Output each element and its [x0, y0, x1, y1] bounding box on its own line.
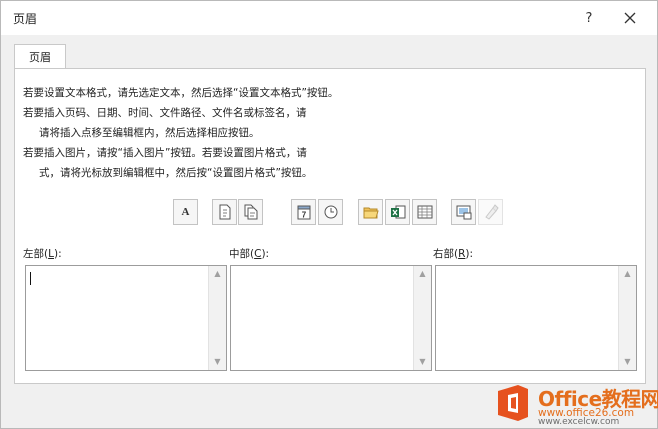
tab-header[interactable]: 页眉 — [14, 44, 66, 70]
right-label-prefix: 右部( — [433, 248, 459, 260]
file-name-icon — [390, 205, 405, 219]
left-section-scrollbar[interactable]: ▲ ▼ — [208, 266, 226, 370]
file-path-icon — [363, 207, 379, 219]
scroll-down-icon[interactable]: ▼ — [414, 355, 431, 369]
title-bar: 页眉 ? — [1, 1, 657, 35]
date-icon-glyph: 7 — [301, 211, 306, 220]
instruction-line: 请将插入点移至编辑框内，然后选择相应按钮。 — [39, 127, 260, 139]
left-label-prefix: 左部( — [23, 248, 49, 260]
left-section-label: 左部(L): — [23, 246, 62, 261]
center-section-scrollbar[interactable]: ▲ ▼ — [413, 266, 431, 370]
page-number-icon — [219, 204, 230, 220]
help-button[interactable]: ? — [579, 9, 599, 29]
right-section-scrollbar[interactable]: ▲ ▼ — [618, 266, 636, 370]
watermark: Office教程网 www.office26.com www.excelcw.c… — [494, 381, 658, 427]
office-logo-icon — [498, 385, 528, 421]
insert-time-button[interactable] — [318, 199, 343, 225]
header-toolbar: A 7 — [173, 199, 513, 227]
scroll-down-icon[interactable]: ▼ — [619, 355, 636, 369]
instruction-line: 若要设置文本格式，请先选定文本，然后选择“设置文本格式”按钮。 — [23, 87, 339, 99]
close-button[interactable] — [618, 8, 642, 30]
scroll-down-icon[interactable]: ▼ — [209, 355, 226, 369]
insert-date-button[interactable]: 7 — [291, 199, 316, 225]
format-text-icon: A — [181, 206, 190, 218]
format-picture-button[interactable] — [478, 199, 503, 225]
text-caret — [30, 272, 31, 285]
center-section-editbox[interactable]: ▲ ▼ — [230, 265, 432, 371]
instruction-line: 式，请将光标放到编辑框中，然后按“设置图片格式”按钮。 — [39, 167, 313, 179]
close-icon — [624, 12, 636, 24]
left-label-suffix: ): — [53, 248, 62, 260]
center-label-prefix: 中部( — [229, 248, 255, 260]
instruction-line: 若要插入页码、日期、时间、文件路径、文件名或标签名，请 — [23, 107, 307, 119]
right-section-editbox[interactable]: ▲ ▼ — [435, 265, 637, 371]
scroll-up-icon[interactable]: ▲ — [414, 267, 431, 281]
sheet-name-icon — [417, 205, 432, 219]
insert-number-of-pages-button[interactable] — [238, 199, 263, 225]
insert-file-path-button[interactable] — [358, 199, 383, 225]
tab-panel: 若要设置文本格式，请先选定文本，然后选择“设置文本格式”按钮。 若要插入页码、日… — [14, 68, 646, 384]
insert-picture-button[interactable] — [451, 199, 476, 225]
header-dialog: 页眉 ? 页眉 若要设置文本格式，请先选定文本，然后选择“设置文本格式”按钮。 … — [0, 0, 658, 429]
tab-strip: 页眉 — [1, 35, 657, 70]
right-section-label: 右部(R): — [433, 246, 473, 261]
format-picture-icon — [484, 204, 499, 220]
scroll-up-icon[interactable]: ▲ — [619, 267, 636, 281]
time-icon — [324, 205, 337, 219]
right-label-suffix: ): — [465, 248, 474, 260]
left-section-editbox[interactable]: ▲ ▼ — [25, 265, 227, 371]
watermark-url-2: www.excelcw.com — [538, 417, 620, 427]
instructions: 若要设置文本格式，请先选定文本，然后选择“设置文本格式”按钮。 若要插入页码、日… — [23, 83, 338, 183]
instruction-line: 若要插入图片，请按“插入图片”按钮。若要设置图片格式，请 — [23, 147, 307, 159]
insert-sheet-name-button[interactable] — [412, 199, 437, 225]
format-text-button[interactable]: A — [173, 199, 198, 225]
watermark-url-secondary: www.excelcw.com — [538, 417, 619, 427]
insert-picture-icon — [456, 205, 471, 220]
insert-file-name-button[interactable] — [385, 199, 410, 225]
center-label-suffix: ): — [261, 248, 270, 260]
center-section-label: 中部(C): — [229, 246, 269, 261]
date-icon: 7 — [297, 205, 310, 220]
dialog-title: 页眉 — [13, 12, 38, 26]
number-of-pages-icon — [244, 204, 257, 220]
scroll-up-icon[interactable]: ▲ — [209, 267, 226, 281]
insert-page-number-button[interactable] — [212, 199, 237, 225]
